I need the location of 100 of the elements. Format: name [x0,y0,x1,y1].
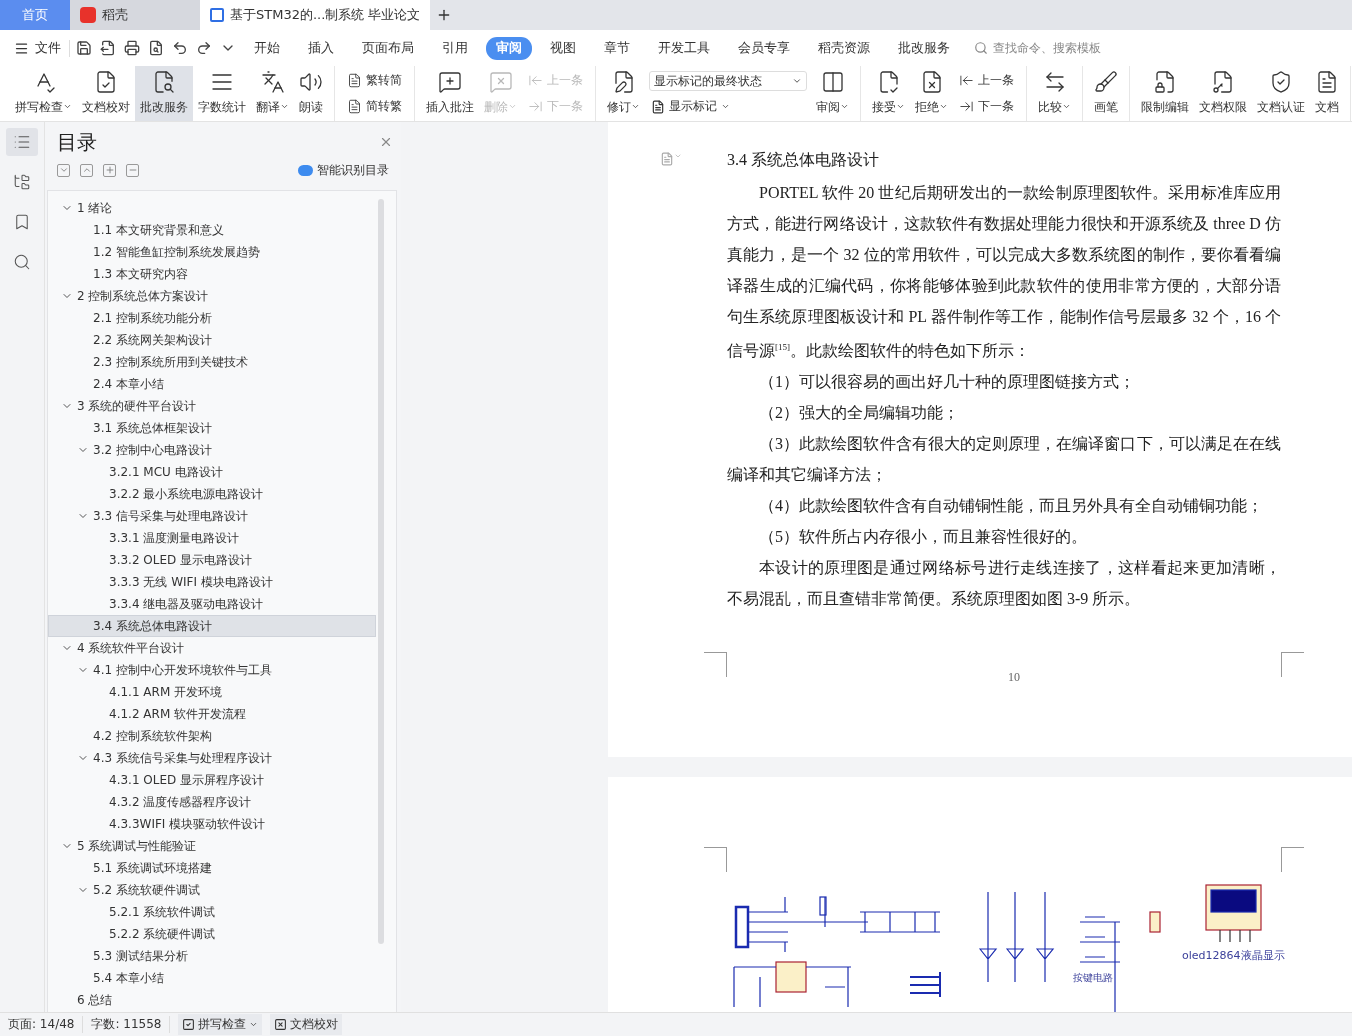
menu-tab[interactable]: 页面布局 [352,36,424,60]
ribbon-button[interactable]: 批改服务 [135,66,193,121]
paragraph-text: 本设计的原理图是通过网络标号进行走线连接了，这样看起来更加清晰，不易混乱，而且查错非常简便。系统原理图如图 3-9 所示。 [727,558,1281,610]
markup-select[interactable]: 显示标记的最终状态 [649,71,807,91]
toc-item[interactable]: 3.3.3 无线 WIFI 模块电路设计 [48,571,376,593]
toc-item[interactable]: 2.3 控制系统所用到关键技术 [48,351,376,373]
toc-item[interactable]: 5.3 测试结果分析 [48,945,376,967]
menu-tab[interactable]: 视图 [540,36,586,60]
scrollbar-thumb[interactable] [378,199,384,944]
ribbon-button[interactable]: 文档权限 [1194,66,1252,121]
toc-item[interactable]: 4.1.2 ARM 软件开发流程 [48,703,376,725]
toc-item[interactable]: 3.2.2 最小系统电源电路设计 [48,483,376,505]
print-icon[interactable] [122,38,142,58]
toc-item[interactable]: 4.1 控制中心开发环境软件与工具 [48,659,376,681]
show-markup-button[interactable]: 显示标记 [649,97,807,116]
chevron-up-icon [81,165,92,175]
save-icon[interactable] [74,38,94,58]
toc-item[interactable]: 3.1 系统总体框架设计 [48,417,376,439]
toc-item[interactable]: 3.4 系统总体电路设计 [48,615,376,637]
strip-glyph-icon [13,173,31,191]
ribbon-button[interactable]: 文档认证 [1252,66,1310,121]
ribbon-button[interactable]: 翻译 [251,66,294,121]
ribbon-button[interactable]: 文档 [1310,66,1344,121]
outline-icon[interactable] [6,128,38,156]
caret-icon [63,102,72,111]
toc-item[interactable]: 5.1 系统调试环境搭建 [48,857,376,879]
toc-item[interactable]: 1.3 本文研究内容 [48,263,376,285]
toc-item[interactable]: 2 控制系统总体方案设计 [48,285,376,307]
menu-tab[interactable]: 开始 [244,36,290,60]
ribbon-small-button[interactable]: 简转繁 [345,96,404,116]
menu-tab[interactable]: 稻壳资源 [808,36,880,60]
toc-item[interactable]: 2.2 系统网关架构设计 [48,329,376,351]
ribbon-button[interactable]: 字数统计 [193,66,251,121]
spell-check-button[interactable]: 拼写检查 [178,1014,263,1035]
ribbon-button[interactable]: 拼写检查 [10,66,77,121]
ribbon-icon [152,70,176,94]
toolbar-glyph-icon [124,40,140,56]
ribbon-small-button[interactable]: 繁转简 [345,71,404,91]
toc-item[interactable]: 3 系统的硬件平台设计 [48,395,376,417]
toc-item[interactable]: 3.3.1 温度测量电路设计 [48,527,376,549]
ribbon-button[interactable]: 审阅 [811,66,854,121]
toc-item[interactable]: 2.4 本章小结 [48,373,376,395]
toc-item[interactable]: 1 绪论 [48,197,376,219]
toc-item[interactable]: 3.3.4 继电器及驱动电路设计 [48,593,376,615]
toc-item[interactable]: 5.2 系统软硬件调试 [48,879,376,901]
toc-item[interactable]: 5.2.2 系统硬件调试 [48,923,376,945]
ribbon-button[interactable]: 限制编辑 [1136,66,1194,121]
ribbon-button[interactable]: 朗读 [294,66,328,121]
toc-item[interactable]: 3.3.2 OLED 显示电路设计 [48,549,376,571]
toc-item[interactable]: 4.2 控制系统软件架构 [48,725,376,747]
ribbon-button[interactable]: 文档校对 [77,66,135,121]
ribbon-button[interactable]: 画笔 [1089,66,1123,121]
toc-item[interactable]: 5.2.1 系统软件调试 [48,901,376,923]
toc-item[interactable]: 1.1 本文研究背景和意义 [48,219,376,241]
expand-all-button[interactable] [57,163,70,177]
toc-item[interactable]: 4.3.1 OLED 显示屏程序设计 [48,769,376,791]
caret-icon [840,102,849,111]
toc-item[interactable]: 5.4 本章小结 [48,967,376,989]
ribbon-small-button[interactable]: 上一条 [957,71,1016,91]
toc-item[interactable]: 4.3 系统信号采集与处理程序设计 [48,747,376,769]
toc-item[interactable]: 3.2 控制中心电路设计 [48,439,376,461]
window-tab[interactable]: 稻壳 [70,0,200,30]
file-menu-button[interactable]: 文件 [10,39,70,57]
toc-item[interactable]: 6 总结 [48,989,376,1011]
ribbon-button[interactable]: 修订 [602,66,645,121]
toc-item[interactable]: 4.1.1 ARM 开发环境 [48,681,376,703]
ribbon-icon [1153,70,1177,94]
ribbon-icon [260,70,285,94]
toc-item[interactable]: 3.2.1 MCU 电路设计 [48,461,376,483]
menu-tab[interactable]: 会员专享 [728,36,800,60]
menu-tab[interactable]: 引用 [432,36,478,60]
ribbon-button[interactable]: 比较 [1033,66,1076,121]
menu-tab[interactable]: 批改服务 [888,36,960,60]
ribbon-small-button[interactable]: 下一条 [957,96,1016,116]
caret-icon [792,76,802,86]
ribbon-button[interactable]: 接受 [867,66,910,121]
toc-item[interactable]: 3.3 信号采集与处理电路设计 [48,505,376,527]
toc-item[interactable]: 4.3.2 温度传感器程序设计 [48,791,376,813]
toc-item[interactable]: 2.1 控制系统功能分析 [48,307,376,329]
collapse-all-button[interactable] [80,163,93,177]
proofread-button[interactable]: 文档校对 [270,1014,343,1035]
paragraph-menu-icon[interactable] [660,152,682,166]
toc-item[interactable]: 4.3.3WIFI 模块驱动软件设计 [48,813,376,835]
expand-level-button[interactable] [103,163,116,177]
menu-tab[interactable]: 章节 [594,36,640,60]
ribbon-icon [1094,70,1118,94]
search-field[interactable]: 查找命令、搜索模板 [974,40,1115,56]
window-tab[interactable]: 基于STM32的...制系统 毕业论文 [200,0,431,30]
menu-tab[interactable]: 开发工具 [648,36,720,60]
close-button[interactable] [379,135,393,149]
caret-icon [721,102,730,111]
caret-icon [939,102,948,111]
ribbon-button[interactable]: 拒绝 [910,66,953,121]
menu-tab[interactable]: 插入 [298,36,344,60]
ribbon-button[interactable]: 插入批注 [421,66,479,121]
collapse-level-button[interactable] [126,163,139,177]
toc-item[interactable]: 1.2 智能鱼缸控制系统发展趋势 [48,241,376,263]
smart-toc-button[interactable]: 智能识别目录 [292,160,395,180]
toc-item[interactable]: 5 系统调试与性能验证 [48,835,376,857]
toc-item[interactable]: 4 系统软件平台设计 [48,637,376,659]
